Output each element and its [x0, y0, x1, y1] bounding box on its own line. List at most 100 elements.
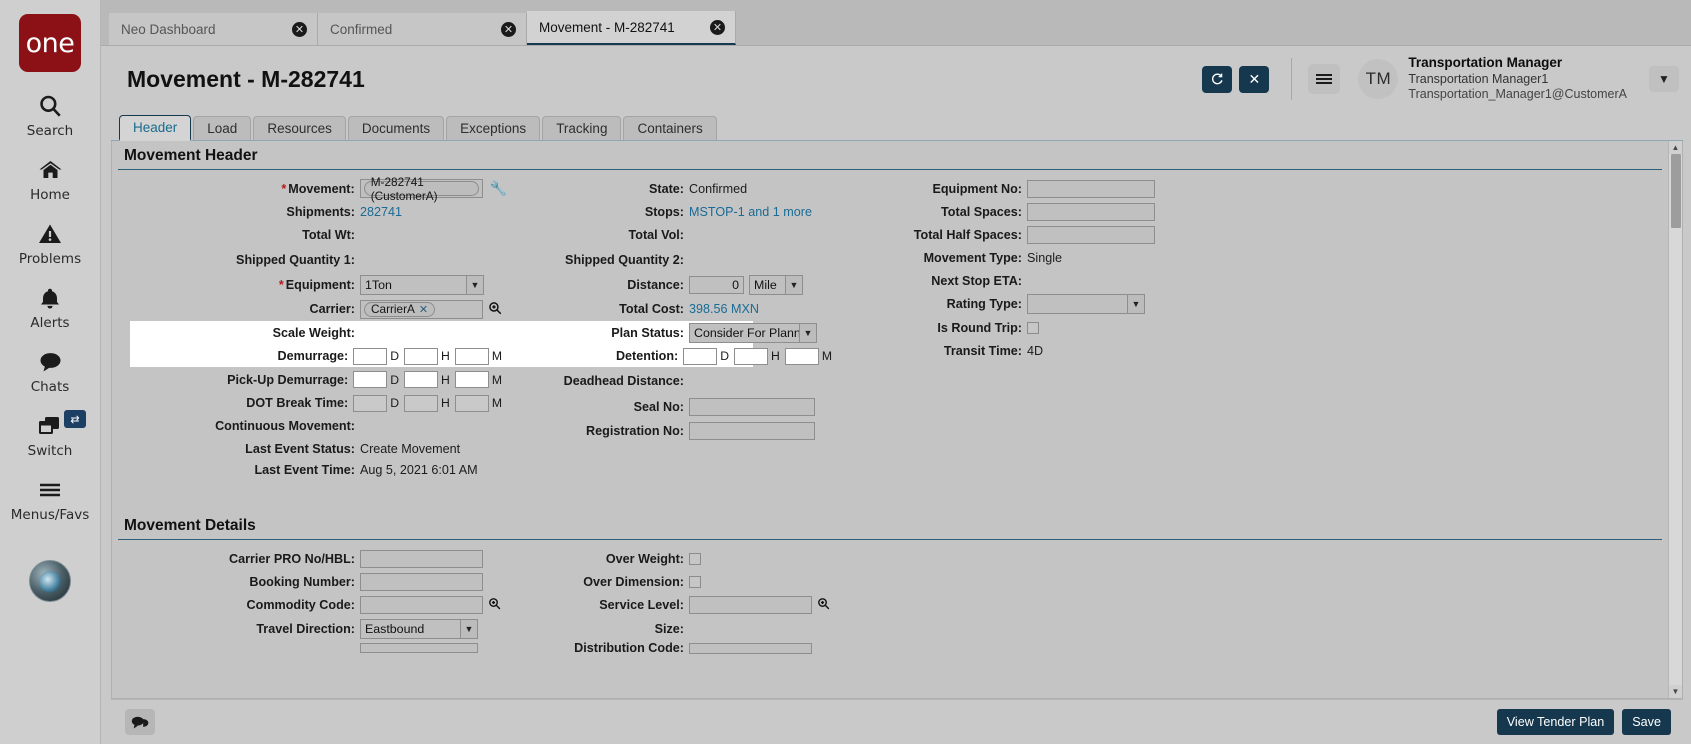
- field-carrier: Carrier: CarrierA ✕: [112, 297, 507, 321]
- user-avatar-orb[interactable]: [29, 560, 71, 602]
- total-cost-link[interactable]: 398.56 MXN: [689, 302, 759, 316]
- field-equipment: *Equipment: 1Ton ▼: [112, 273, 507, 297]
- browser-tab-confirmed[interactable]: Confirmed ✕: [318, 13, 527, 45]
- chip-carrier[interactable]: CarrierA ✕: [364, 302, 435, 317]
- tab-tracking[interactable]: Tracking: [542, 116, 621, 140]
- distance-unit-value: Mile: [754, 278, 777, 292]
- movement-chip-input[interactable]: M-282741 (CustomerA): [360, 179, 483, 198]
- field-over-weight: Over Weight:: [507, 547, 837, 570]
- chip-movement[interactable]: M-282741 (CustomerA): [364, 181, 479, 196]
- vertical-scrollbar[interactable]: ▲ ▼: [1668, 141, 1682, 698]
- chevron-up-icon[interactable]: ▲: [1669, 141, 1682, 154]
- rail-item-chats[interactable]: Chats: [0, 346, 100, 395]
- registration-no-input[interactable]: [689, 422, 815, 440]
- shipments-link[interactable]: 282741: [360, 205, 402, 219]
- close-icon[interactable]: ✕: [419, 303, 428, 316]
- demurrage-days-input[interactable]: [353, 348, 387, 365]
- rating-type-select[interactable]: ▼: [1027, 294, 1145, 314]
- dot-break-days-input[interactable]: [353, 395, 387, 412]
- chat-bubbles-icon[interactable]: [125, 709, 155, 735]
- hamburger-menu-icon[interactable]: [1308, 64, 1340, 94]
- service-level-input[interactable]: [689, 596, 812, 614]
- tab-load[interactable]: Load: [193, 116, 251, 140]
- rail-item-switch[interactable]: ⇄ Switch: [0, 410, 100, 459]
- magnifier-plus-icon[interactable]: [817, 597, 830, 613]
- rail-item-alerts[interactable]: Alerts: [0, 282, 100, 331]
- seal-no-input[interactable]: [689, 398, 815, 416]
- magnifier-plus-icon[interactable]: [488, 597, 501, 613]
- unit-hour: H: [441, 349, 450, 363]
- chevron-down-icon[interactable]: ▼: [1649, 66, 1679, 92]
- close-x-icon[interactable]: ✕: [1239, 66, 1269, 93]
- tab-containers[interactable]: Containers: [623, 116, 716, 140]
- field-plan-status: Plan Status: Consider For Plannin ▼: [507, 321, 837, 345]
- distance-unit-select[interactable]: Mile ▼: [749, 275, 803, 295]
- magnifier-plus-icon[interactable]: [488, 301, 502, 318]
- field-value: Single: [1027, 251, 1062, 265]
- distance-input[interactable]: [689, 276, 744, 294]
- close-icon[interactable]: ✕: [292, 22, 307, 37]
- total-spaces-input[interactable]: [1027, 203, 1155, 221]
- total-half-spaces-input[interactable]: [1027, 226, 1155, 244]
- scrollbar-thumb[interactable]: [1671, 154, 1681, 228]
- stops-link[interactable]: MSTOP-1 and 1 more: [689, 205, 812, 219]
- app-window: one Search Home: [0, 0, 1691, 744]
- pickup-demurrage-hours-input[interactable]: [404, 371, 438, 388]
- next-field-input[interactable]: [360, 643, 478, 653]
- app-logo[interactable]: one: [19, 14, 81, 72]
- close-icon[interactable]: ✕: [710, 20, 725, 35]
- unit-minute: M: [492, 349, 502, 363]
- detention-days-input[interactable]: [683, 348, 717, 365]
- is-round-trip-checkbox[interactable]: [1027, 322, 1039, 334]
- tab-exceptions[interactable]: Exceptions: [446, 116, 540, 140]
- rail-item-home[interactable]: Home: [0, 154, 100, 203]
- movement-details-grid: Carrier PRO No/HBL: Booking Number: Comm…: [112, 540, 1668, 655]
- rail-item-search[interactable]: Search: [0, 90, 100, 139]
- form-scroll-area: Movement Header *Movement: M-282741 (Cus…: [111, 141, 1683, 699]
- carrier-chip-input[interactable]: CarrierA ✕: [360, 300, 483, 319]
- plan-status-select[interactable]: Consider For Plannin ▼: [689, 323, 817, 343]
- equipment-no-input[interactable]: [1027, 180, 1155, 198]
- dot-break-hours-input[interactable]: [404, 395, 438, 412]
- over-weight-checkbox[interactable]: [689, 553, 701, 565]
- rail-item-menus-favs[interactable]: Menus/Favs: [0, 474, 100, 523]
- field-movement: *Movement: M-282741 (CustomerA) 🔧: [112, 177, 507, 200]
- swap-arrows-icon[interactable]: ⇄: [64, 410, 86, 428]
- equipment-select[interactable]: 1Ton ▼: [360, 275, 484, 295]
- demurrage-hours-input[interactable]: [404, 348, 438, 365]
- browser-tab-neo-dashboard[interactable]: Neo Dashboard ✕: [109, 13, 318, 45]
- pickup-demurrage-days-input[interactable]: [353, 371, 387, 388]
- close-icon[interactable]: ✕: [501, 22, 516, 37]
- travel-direction-select[interactable]: Eastbound ▼: [360, 619, 478, 639]
- field-last-event-time: Last Event Time: Aug 5, 2021 6:01 AM: [112, 459, 507, 480]
- tab-resources[interactable]: Resources: [253, 116, 346, 140]
- tab-label: Documents: [362, 121, 430, 136]
- browser-tab-movement[interactable]: Movement - M-282741 ✕: [527, 11, 736, 45]
- avatar[interactable]: TM: [1358, 59, 1398, 99]
- field-rating-type: Rating Type: ▼: [837, 292, 1177, 316]
- distribution-code-input[interactable]: [689, 643, 812, 654]
- tab-header[interactable]: Header: [119, 115, 191, 141]
- wrench-icon[interactable]: 🔧: [490, 180, 507, 197]
- rail-item-problems[interactable]: Problems: [0, 218, 100, 267]
- dot-break-minutes-input[interactable]: [455, 395, 489, 412]
- detention-minutes-input[interactable]: [785, 348, 819, 365]
- detention-hours-input[interactable]: [734, 348, 768, 365]
- carrier-pro-input[interactable]: [360, 550, 483, 568]
- tab-documents[interactable]: Documents: [348, 116, 444, 140]
- over-dimension-checkbox[interactable]: [689, 576, 701, 588]
- refresh-icon[interactable]: [1202, 66, 1232, 93]
- chevron-down-icon[interactable]: ▼: [1669, 685, 1682, 698]
- view-tender-plan-button[interactable]: View Tender Plan: [1497, 709, 1615, 735]
- field-label: Equipment No:: [837, 182, 1027, 196]
- booking-number-input[interactable]: [360, 573, 483, 591]
- hamburger-icon: [37, 474, 63, 506]
- pickup-demurrage-minutes-input[interactable]: [455, 371, 489, 388]
- commodity-code-input[interactable]: [360, 596, 483, 614]
- field-value: Create Movement: [360, 442, 460, 456]
- field-equipment-no: Equipment No:: [837, 177, 1177, 200]
- demurrage-minutes-input[interactable]: [455, 348, 489, 365]
- field-label: Total Vol:: [507, 228, 689, 242]
- save-button[interactable]: Save: [1622, 709, 1671, 735]
- browser-tab-label: Movement - M-282741: [539, 20, 675, 35]
